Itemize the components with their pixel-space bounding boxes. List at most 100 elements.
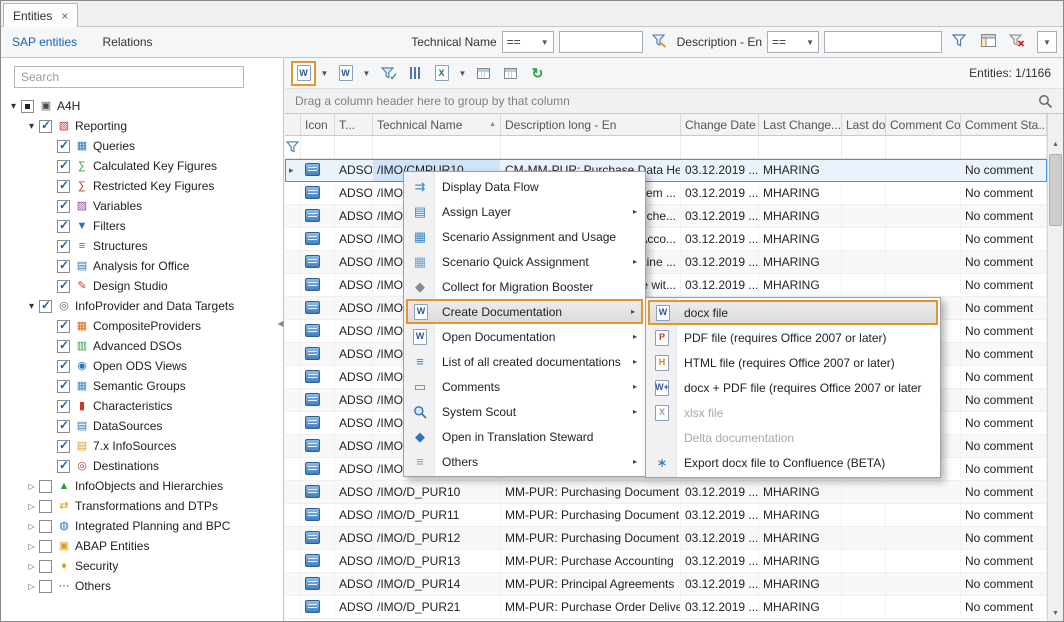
- menu-item-pdf-file-requires-office-2007-or-later[interactable]: PPDF file (requires Office 2007 or later…: [648, 325, 938, 350]
- table-row[interactable]: ADSO/IMO/D_PUR11MM-PUR: Purchasing Docum…: [285, 504, 1047, 527]
- scroll-down-button[interactable]: ▼: [1048, 605, 1063, 621]
- tree-item-reporting[interactable]: ▾▧Reporting: [5, 116, 283, 136]
- scrollbar-thumb[interactable]: [1049, 154, 1062, 226]
- filter-cell-technical-name[interactable]: [373, 136, 501, 158]
- menu-item-html-file-requires-office-2007-or-later[interactable]: HHTML file (requires Office 2007 or late…: [648, 350, 938, 375]
- column-header-last-change[interactable]: Last Change...: [759, 114, 842, 135]
- tree-item-open-ods-views[interactable]: ◉Open ODS Views: [5, 356, 283, 376]
- table-row[interactable]: ADSO/IMO/D_PUR10MM-PUR: Purchasing Docum…: [285, 481, 1047, 504]
- menu-item-others[interactable]: ≡Others▸: [406, 449, 643, 474]
- checkbox[interactable]: [57, 240, 70, 253]
- technical-name-filter-input[interactable]: [559, 31, 643, 53]
- checkbox[interactable]: [57, 440, 70, 453]
- close-icon[interactable]: ×: [61, 9, 68, 23]
- checkbox[interactable]: [57, 160, 70, 173]
- description-filter-input[interactable]: [824, 31, 942, 53]
- grid-export-button[interactable]: [498, 61, 523, 86]
- open-docx-button-dropdown[interactable]: ▼: [360, 61, 373, 86]
- technical-name-filter-button[interactable]: [648, 31, 672, 53]
- tree-item-abap-entities[interactable]: ▷▣ABAP Entities: [5, 536, 283, 556]
- tree-item-datasources[interactable]: ▤DataSources: [5, 416, 283, 436]
- column-header-change-date[interactable]: Change Date: [681, 114, 759, 135]
- menu-item-docx-file[interactable]: Wdocx file: [648, 300, 938, 325]
- column-header-description-long-en[interactable]: Description long - En: [501, 114, 681, 135]
- tree-item-calculated-key-figures[interactable]: ∑Calculated Key Figures: [5, 156, 283, 176]
- tab-relations[interactable]: Relations: [92, 27, 164, 57]
- search-input[interactable]: [14, 66, 244, 88]
- tree-expander-icon[interactable]: ▾: [25, 121, 38, 132]
- checkbox[interactable]: [57, 400, 70, 413]
- table-row[interactable]: ADSO/IMO/D_PUR12MM-PUR: Purchasing Docum…: [285, 527, 1047, 550]
- checkbox[interactable]: [39, 500, 52, 513]
- grid-filter-row[interactable]: [285, 136, 1047, 159]
- layout-panels-button[interactable]: [976, 31, 1000, 53]
- checkbox[interactable]: [57, 320, 70, 333]
- tree-item-7-x-infosources[interactable]: ▤7.x InfoSources: [5, 436, 283, 456]
- checkbox[interactable]: [57, 280, 70, 293]
- tree-item-variables[interactable]: ▨Variables: [5, 196, 283, 216]
- column-header-t[interactable]: T...: [335, 114, 373, 135]
- export-excel-button[interactable]: X: [429, 61, 454, 86]
- checkbox[interactable]: [57, 260, 70, 273]
- table-row[interactable]: ADSO/IMOLine ...03.12.2019 ...MHARINGNo …: [285, 251, 1047, 274]
- checkbox[interactable]: [39, 300, 52, 313]
- tree-item-integrated-planning-and-bpc[interactable]: ▷◍Integrated Planning and BPC: [5, 516, 283, 536]
- table-row[interactable]: ADSO/IMOe wit...03.12.2019 ...MHARINGNo …: [285, 274, 1047, 297]
- tree-item-infoobjects-and-hierarchies[interactable]: ▷▲InfoObjects and Hierarchies: [5, 476, 283, 496]
- checkbox[interactable]: [57, 140, 70, 153]
- filter-cell-icon[interactable]: [301, 136, 335, 158]
- tree-item-transformations-and-dtps[interactable]: ▷⇄Transformations and DTPs: [5, 496, 283, 516]
- tree-item-structures[interactable]: ≡Structures: [5, 236, 283, 256]
- menu-item-open-documentation[interactable]: WOpen Documentation▸: [406, 324, 643, 349]
- tree-item-infoprovider-and-data-targets[interactable]: ▾◎InfoProvider and Data Targets: [5, 296, 283, 316]
- search-grid-icon[interactable]: [1038, 94, 1053, 109]
- tree-expander-icon[interactable]: ▷: [25, 562, 38, 571]
- tree-expander-icon[interactable]: ▷: [25, 502, 38, 511]
- checkbox[interactable]: [57, 360, 70, 373]
- checkbox[interactable]: [39, 520, 52, 533]
- tree-item-destinations[interactable]: ◎Destinations: [5, 456, 283, 476]
- menu-item-open-in-translation-steward[interactable]: ◆Open in Translation Steward: [406, 424, 643, 449]
- filter-cell-last-change[interactable]: [759, 136, 842, 158]
- tree-item-analysis-for-office[interactable]: ▤Analysis for Office: [5, 256, 283, 276]
- table-row[interactable]: ADSO/IMO/D_PUR13MM-PUR: Purchase Account…: [285, 550, 1047, 573]
- tree-item-semantic-groups[interactable]: ▦Semantic Groups: [5, 376, 283, 396]
- column-header-comment-co[interactable]: Comment Co...: [886, 114, 961, 135]
- checkbox[interactable]: [57, 220, 70, 233]
- table-row[interactable]: ADSO/IMO/D_PUR21MM-PUR: Purchase Order D…: [285, 596, 1047, 619]
- tree-item-queries[interactable]: ▦Queries: [5, 136, 283, 156]
- refresh-button[interactable]: ↻: [525, 61, 550, 86]
- filter-cell-description-long-en[interactable]: [501, 136, 681, 158]
- checkbox[interactable]: [21, 100, 34, 113]
- column-header-last-doc[interactable]: Last doc.: [842, 114, 886, 135]
- tree-expander-icon[interactable]: ▷: [25, 482, 38, 491]
- filter-cell-last-doc[interactable]: [842, 136, 886, 158]
- tree-expander-icon[interactable]: ▷: [25, 542, 38, 551]
- tree-item-characteristics[interactable]: ▮Characteristics: [5, 396, 283, 416]
- checkbox[interactable]: [57, 380, 70, 393]
- tree-item-security[interactable]: ▷♦Security: [5, 556, 283, 576]
- checkbox[interactable]: [39, 120, 52, 133]
- group-panel[interactable]: Drag a column header here to group by th…: [285, 88, 1063, 114]
- menu-item-system-scout[interactable]: System Scout▸: [406, 399, 643, 424]
- properties-button[interactable]: [402, 61, 427, 86]
- table-row[interactable]: ADSO/IMOSche...03.12.2019 ...MHARINGNo c…: [285, 205, 1047, 228]
- table-row[interactable]: ADSO/IMOItem ...03.12.2019 ...MHARINGNo …: [285, 182, 1047, 205]
- tab-sap-entities[interactable]: SAP entities: [1, 27, 88, 57]
- open-docx-button[interactable]: W: [333, 61, 358, 86]
- menu-item-comments[interactable]: ▭Comments▸: [406, 374, 643, 399]
- menu-item-scenario-assignment-and-usage[interactable]: ▦Scenario Assignment and Usage: [406, 224, 643, 249]
- tree-item-a4h[interactable]: ▾▣A4H: [5, 96, 283, 116]
- menu-item-export-docx-file-to-confluence-beta[interactable]: ∗Export docx file to Confluence (BETA): [648, 450, 938, 475]
- checkbox[interactable]: [57, 460, 70, 473]
- column-header-technical-name[interactable]: Technical Name▲: [373, 114, 501, 135]
- table-row[interactable]: ADSO/IMO/D_PUR14MM-PUR: Principal Agreem…: [285, 573, 1047, 596]
- tree-expander-icon[interactable]: ▷: [25, 522, 38, 531]
- checkbox[interactable]: [39, 480, 52, 493]
- create-docx-button[interactable]: W: [291, 61, 316, 86]
- create-docx-button-dropdown[interactable]: ▼: [318, 61, 331, 86]
- menu-item-create-documentation[interactable]: WCreate Documentation▸: [406, 299, 643, 324]
- tree-expander-icon[interactable]: ▷: [25, 582, 38, 591]
- filter-cell-t[interactable]: [335, 136, 373, 158]
- table-row[interactable]: ▸ADSO/IMO/CMPUR10CM-MM-PUR: Purchase Dat…: [285, 159, 1047, 182]
